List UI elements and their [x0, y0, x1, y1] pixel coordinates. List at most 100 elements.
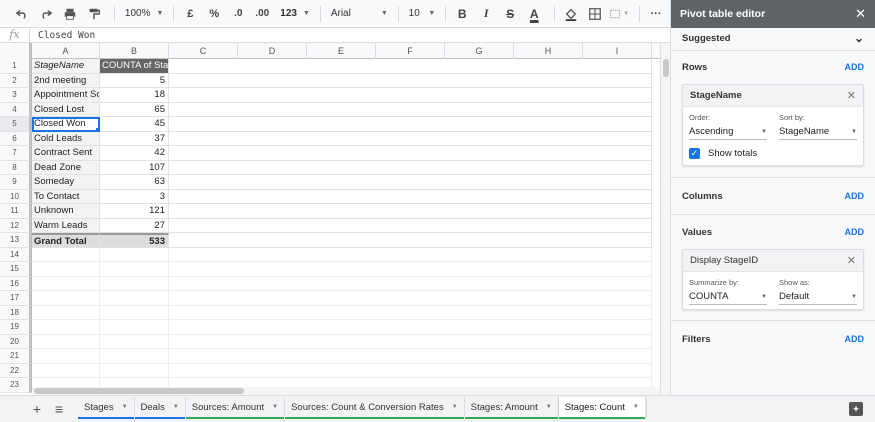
add-rows-button[interactable]: ADD [845, 62, 865, 72]
chevron-down-icon[interactable]: ▼ [452, 404, 458, 410]
merge-cells-icon[interactable]: ▼ [609, 3, 629, 25]
stage-name-cell[interactable]: Someday [32, 175, 100, 190]
empty-cell[interactable] [32, 305, 100, 320]
sheet-tab-stages-count[interactable]: Stages: Count ▼ [558, 397, 646, 419]
chevron-down-icon[interactable]: ▼ [122, 404, 128, 410]
row-header[interactable]: 16 [0, 276, 32, 291]
empty-cell[interactable] [100, 334, 169, 349]
empty-cells[interactable] [169, 73, 652, 88]
suggested-header[interactable]: Suggested ⌄ [682, 30, 864, 46]
percent-button[interactable]: % [204, 3, 224, 25]
empty-cells[interactable] [169, 305, 652, 320]
count-cell[interactable]: 45 [100, 117, 169, 132]
empty-cells[interactable] [169, 117, 652, 132]
chevron-down-icon[interactable]: ▼ [546, 404, 552, 410]
chevron-down-icon[interactable]: ▼ [272, 404, 278, 410]
column-header-f[interactable]: F [376, 43, 445, 59]
grand-total-value-cell[interactable]: 533 [100, 233, 169, 248]
all-sheets-button[interactable]: ≡ [48, 398, 70, 420]
column-header-d[interactable]: D [238, 43, 307, 59]
empty-cells[interactable] [169, 204, 652, 219]
chevron-down-icon[interactable]: ▼ [633, 404, 639, 410]
add-sheet-button[interactable]: + [26, 398, 48, 420]
undo-icon[interactable] [12, 3, 32, 25]
row-header[interactable]: 19 [0, 320, 32, 335]
stage-name-cell[interactable]: Dead Zone [32, 160, 100, 175]
count-cell[interactable]: 3 [100, 189, 169, 204]
stage-name-cell[interactable]: Warm Leads [32, 218, 100, 233]
row-header[interactable]: 6 [0, 131, 32, 146]
row-header[interactable]: 1 [0, 59, 32, 74]
close-icon[interactable]: ✕ [847, 254, 856, 267]
row-header[interactable]: 9 [0, 175, 32, 190]
borders-icon[interactable] [585, 3, 605, 25]
suggested-section[interactable]: Suggested ⌄ [671, 28, 875, 51]
empty-cell[interactable] [32, 349, 100, 364]
add-filters-button[interactable]: ADD [845, 334, 865, 344]
empty-cells[interactable] [169, 291, 652, 306]
increase-decimals-button[interactable]: .00 [252, 3, 272, 25]
empty-cell[interactable] [32, 320, 100, 335]
pivot-value-header-cell[interactable]: COUNTA of Stag [100, 59, 169, 74]
empty-cells[interactable] [169, 276, 652, 291]
chevron-down-icon[interactable]: ▼ [173, 404, 179, 410]
empty-cells[interactable] [169, 160, 652, 175]
sheet-tab-sources-count[interactable]: Sources: Count & Conversion Rates ▼ [285, 397, 465, 419]
column-header-i[interactable]: I [583, 43, 652, 59]
chevron-down-icon[interactable]: ⌄ [854, 31, 864, 45]
row-header[interactable]: 2 [0, 73, 32, 88]
summarize-by-select[interactable]: COUNTA ▼ [689, 289, 767, 305]
print-icon[interactable] [60, 3, 80, 25]
count-cell[interactable]: 65 [100, 102, 169, 117]
empty-cells[interactable] [169, 363, 652, 378]
empty-cells[interactable] [169, 102, 652, 117]
empty-cells[interactable] [169, 218, 652, 233]
font-select[interactable]: Arial ▼ [327, 3, 392, 25]
add-values-button[interactable]: ADD [845, 227, 865, 237]
row-header[interactable]: 15 [0, 262, 32, 277]
empty-cell[interactable] [32, 291, 100, 306]
stage-name-cell[interactable]: Cold Leads [32, 131, 100, 146]
empty-cell[interactable] [32, 363, 100, 378]
empty-cells[interactable] [169, 189, 652, 204]
empty-cells[interactable] [169, 247, 652, 262]
column-header-a[interactable]: A [32, 43, 100, 59]
row-header[interactable]: 7 [0, 146, 32, 161]
empty-cell[interactable] [32, 276, 100, 291]
sheet-tab-stages-amount[interactable]: Stages: Amount ▼ [464, 397, 559, 419]
count-cell[interactable]: 121 [100, 204, 169, 219]
column-header-b[interactable]: B [100, 43, 169, 59]
column-header-e[interactable]: E [307, 43, 376, 59]
show-as-select[interactable]: Default ▼ [779, 289, 857, 305]
sheet-tab-sources-amount[interactable]: Sources: Amount ▼ [185, 397, 286, 419]
empty-cells[interactable] [169, 175, 652, 190]
pivot-row-header-cell[interactable]: StageName [32, 59, 100, 74]
row-header[interactable]: 14 [0, 247, 32, 262]
row-header[interactable]: 12 [0, 218, 32, 233]
fill-color-icon[interactable] [561, 3, 581, 25]
row-header[interactable]: 11 [0, 204, 32, 219]
count-cell[interactable]: 27 [100, 218, 169, 233]
redo-icon[interactable] [36, 3, 56, 25]
spreadsheet-grid[interactable]: A B C D E F G H I 1 StageName COUNTA of … [0, 43, 670, 395]
empty-cell[interactable] [32, 334, 100, 349]
zoom-select[interactable]: 100% ▼ [121, 3, 168, 25]
text-color-button[interactable]: A [524, 3, 544, 25]
select-all-corner[interactable] [0, 43, 32, 59]
grand-total-label-cell[interactable]: Grand Total [32, 233, 100, 248]
empty-cell[interactable] [100, 320, 169, 335]
close-icon[interactable]: ✕ [847, 89, 856, 102]
column-header-h[interactable]: H [514, 43, 583, 59]
paint-format-icon[interactable] [84, 3, 104, 25]
selected-cell[interactable]: Closed Won [32, 117, 100, 132]
column-header-c[interactable]: C [169, 43, 238, 59]
row-header[interactable]: 22 [0, 363, 32, 378]
count-cell[interactable]: 42 [100, 146, 169, 161]
empty-cell[interactable] [100, 247, 169, 262]
empty-cell[interactable] [100, 291, 169, 306]
add-columns-button[interactable]: ADD [845, 191, 865, 201]
formula-input[interactable]: Closed Won [30, 30, 95, 41]
explore-icon[interactable]: ✦ [849, 402, 863, 416]
stage-name-cell[interactable]: Appointment Sch [32, 88, 100, 103]
stage-name-cell[interactable]: 2nd meeting [32, 73, 100, 88]
